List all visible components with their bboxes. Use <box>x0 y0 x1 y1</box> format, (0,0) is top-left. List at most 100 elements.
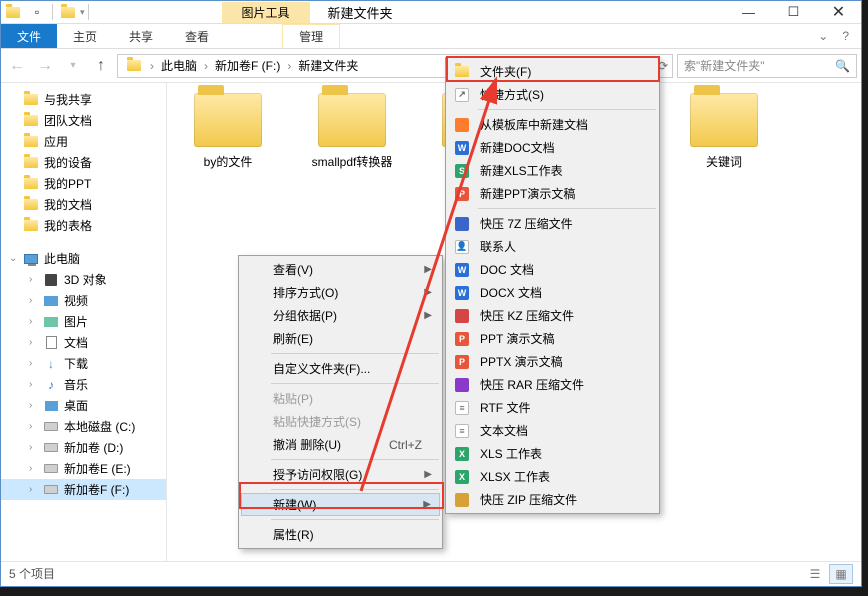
up-button[interactable]: ↑ <box>89 54 113 78</box>
new-menu-item[interactable]: W新建DOC文档 <box>448 136 657 159</box>
new-menu-item[interactable]: S新建XLS工作表 <box>448 159 657 182</box>
menu-item-label: 自定义文件夹(F)... <box>273 360 370 377</box>
new-menu-item[interactable]: PPPTX 演示文稿 <box>448 350 657 373</box>
qat-properties-icon[interactable]: ▫ <box>29 4 45 20</box>
menu-item-label: 文本文档 <box>480 422 528 439</box>
new-menu-item[interactable]: 👤联系人 <box>448 235 657 258</box>
forward-button[interactable]: → <box>33 54 57 78</box>
sidebar-item[interactable]: ›图片 <box>1 311 166 332</box>
context-menu-item[interactable]: 撤消 删除(U)Ctrl+Z <box>241 433 440 456</box>
breadcrumb[interactable]: 新加卷F (F:) <box>212 57 283 74</box>
new-menu-item[interactable]: WDOC 文档 <box>448 258 657 281</box>
breadcrumb[interactable]: 此电脑 <box>158 57 200 74</box>
maximize-button[interactable]: ☐ <box>771 1 816 23</box>
filetype-icon: ↗ <box>454 87 470 103</box>
context-menu-item[interactable]: 分组依据(P)▶ <box>241 304 440 327</box>
minimize-button[interactable]: — <box>726 1 771 23</box>
sidebar-item[interactable]: ›文档 <box>1 332 166 353</box>
sidebar-item[interactable]: 我的文档 <box>1 194 166 215</box>
context-menu-item[interactable]: 粘贴快捷方式(S) <box>241 410 440 433</box>
new-menu-item[interactable]: XXLSX 工作表 <box>448 465 657 488</box>
qat-dropdown-icon[interactable]: ▾ <box>80 7 85 18</box>
sidebar-item[interactable]: ›新加卷E (E:) <box>1 458 166 479</box>
new-menu-item[interactable]: 快压 7Z 压缩文件 <box>448 212 657 235</box>
sidebar-item[interactable]: ›新加卷F (F:) <box>1 479 166 500</box>
menu-item-label: 联系人 <box>480 238 516 255</box>
context-menu-item[interactable]: 新建(W)▶ <box>241 493 440 516</box>
new-menu-item[interactable]: 快压 KZ 压缩文件 <box>448 304 657 327</box>
sidebar-item[interactable]: ›视频 <box>1 290 166 311</box>
context-menu-item[interactable]: 属性(R) <box>241 523 440 546</box>
menu-item-label: 刷新(E) <box>273 330 313 347</box>
filetype-icon: W <box>454 262 470 278</box>
sidebar-item[interactable]: 我的设备 <box>1 152 166 173</box>
tab-home[interactable]: 主页 <box>57 24 113 48</box>
context-menu-item[interactable]: 刷新(E) <box>241 327 440 350</box>
details-view-button[interactable]: ☰ <box>803 564 827 584</box>
context-menu-item[interactable]: 粘贴(P) <box>241 387 440 410</box>
contextual-tab-label: 图片工具 <box>222 2 310 23</box>
context-menu-item[interactable]: 授予访问权限(G)▶ <box>241 463 440 486</box>
sidebar-item[interactable]: 我的PPT <box>1 173 166 194</box>
sidebar-item-label: 桌面 <box>64 397 88 414</box>
folder-item[interactable]: smallpdf转换器 <box>309 93 395 170</box>
sidebar-item-label: 新加卷F (F:) <box>64 481 129 498</box>
menu-item-label: 查看(V) <box>273 261 313 278</box>
sidebar-item-label: 此电脑 <box>44 250 80 267</box>
filetype-icon: P <box>454 331 470 347</box>
back-button[interactable]: ← <box>5 54 29 78</box>
sidebar-item[interactable]: 应用 <box>1 131 166 152</box>
new-menu-item[interactable]: 快压 RAR 压缩文件 <box>448 373 657 396</box>
breadcrumb[interactable]: 新建文件夹 <box>295 57 361 74</box>
new-menu-item[interactable]: 从模板库中新建文档 <box>448 113 657 136</box>
folder-item[interactable]: 关键词 <box>681 93 767 170</box>
sidebar-item[interactable]: ›♪音乐 <box>1 374 166 395</box>
recent-dropdown-icon[interactable]: ▾ <box>61 54 85 78</box>
sidebar-item[interactable]: ›桌面 <box>1 395 166 416</box>
context-menu-item[interactable]: 自定义文件夹(F)... <box>241 357 440 380</box>
folder-item[interactable]: by的文件 <box>185 93 271 170</box>
context-menu-item[interactable]: 排序方式(O)▶ <box>241 281 440 304</box>
sidebar-item[interactable]: ›3D 对象 <box>1 269 166 290</box>
sidebar-item[interactable]: 我的表格 <box>1 215 166 236</box>
sidebar-item[interactable]: ›本地磁盘 (C:) <box>1 416 166 437</box>
sidebar-item[interactable]: ›↓下载 <box>1 353 166 374</box>
window-title: 新建文件夹 <box>328 3 393 22</box>
tab-view[interactable]: 查看 <box>169 24 225 48</box>
new-menu-item[interactable]: P新建PPT演示文稿 <box>448 182 657 205</box>
sidebar-this-pc[interactable]: ⌄此电脑 <box>1 248 166 269</box>
menu-item-label: 撤消 删除(U) <box>273 436 341 453</box>
new-menu-item[interactable]: PPPT 演示文稿 <box>448 327 657 350</box>
close-button[interactable]: ✕ <box>816 1 861 23</box>
ribbon-toggle-icon[interactable]: ⌄ ? <box>806 24 861 48</box>
new-menu-item[interactable]: XXLS 工作表 <box>448 442 657 465</box>
new-menu-item[interactable]: WDOCX 文档 <box>448 281 657 304</box>
new-menu-item[interactable]: ↗快捷方式(S) <box>448 83 657 106</box>
icons-view-button[interactable]: ▦ <box>829 564 853 584</box>
filetype-icon <box>454 308 470 324</box>
sidebar-item-label: 本地磁盘 (C:) <box>64 418 135 435</box>
sidebar-item[interactable]: 团队文档 <box>1 110 166 131</box>
menu-item-label: 分组依据(P) <box>273 307 337 324</box>
new-menu-item[interactable]: ≡文本文档 <box>448 419 657 442</box>
search-input[interactable]: 索"新建文件夹" 🔍 <box>677 54 857 78</box>
address-bar: ← → ▾ ↑ › 此电脑 › 新加卷F (F:) › 新建文件夹 ⌄ ⟳ 索"… <box>1 49 861 83</box>
tab-file[interactable]: 文件 <box>1 24 57 48</box>
menu-item-label: 新建(W) <box>273 496 316 513</box>
new-menu-item[interactable]: 快压 ZIP 压缩文件 <box>448 488 657 511</box>
new-menu-item[interactable]: 文件夹(F) <box>448 60 657 83</box>
menu-item-label: XLS 工作表 <box>480 445 542 462</box>
context-menu: 查看(V) ▶ 排序方式(O)▶分组依据(P)▶ 刷新(E) 自定义文件夹(F)... 粘… <box>238 255 443 549</box>
menu-item-label: PPTX 演示文稿 <box>480 353 563 370</box>
qat-newfolder-icon[interactable] <box>60 4 76 20</box>
context-menu-item[interactable]: 查看(V) ▶ <box>241 258 440 281</box>
new-menu-item[interactable]: ≡RTF 文件 <box>448 396 657 419</box>
navigation-pane: 与我共享团队文档应用我的设备我的PPT我的文档我的表格 ⌄此电脑›3D 对象›视频… <box>1 83 167 561</box>
tab-manage[interactable]: 管理 <box>282 24 340 48</box>
titlebar: ▫ ▾ 图片工具 新建文件夹 — ☐ ✕ <box>1 1 861 24</box>
tab-share[interactable]: 共享 <box>113 24 169 48</box>
sidebar-item[interactable]: 与我共享 <box>1 89 166 110</box>
sidebar-item[interactable]: ›新加卷 (D:) <box>1 437 166 458</box>
submenu-arrow-icon: ▶ <box>424 264 432 275</box>
filetype-icon: W <box>454 285 470 301</box>
